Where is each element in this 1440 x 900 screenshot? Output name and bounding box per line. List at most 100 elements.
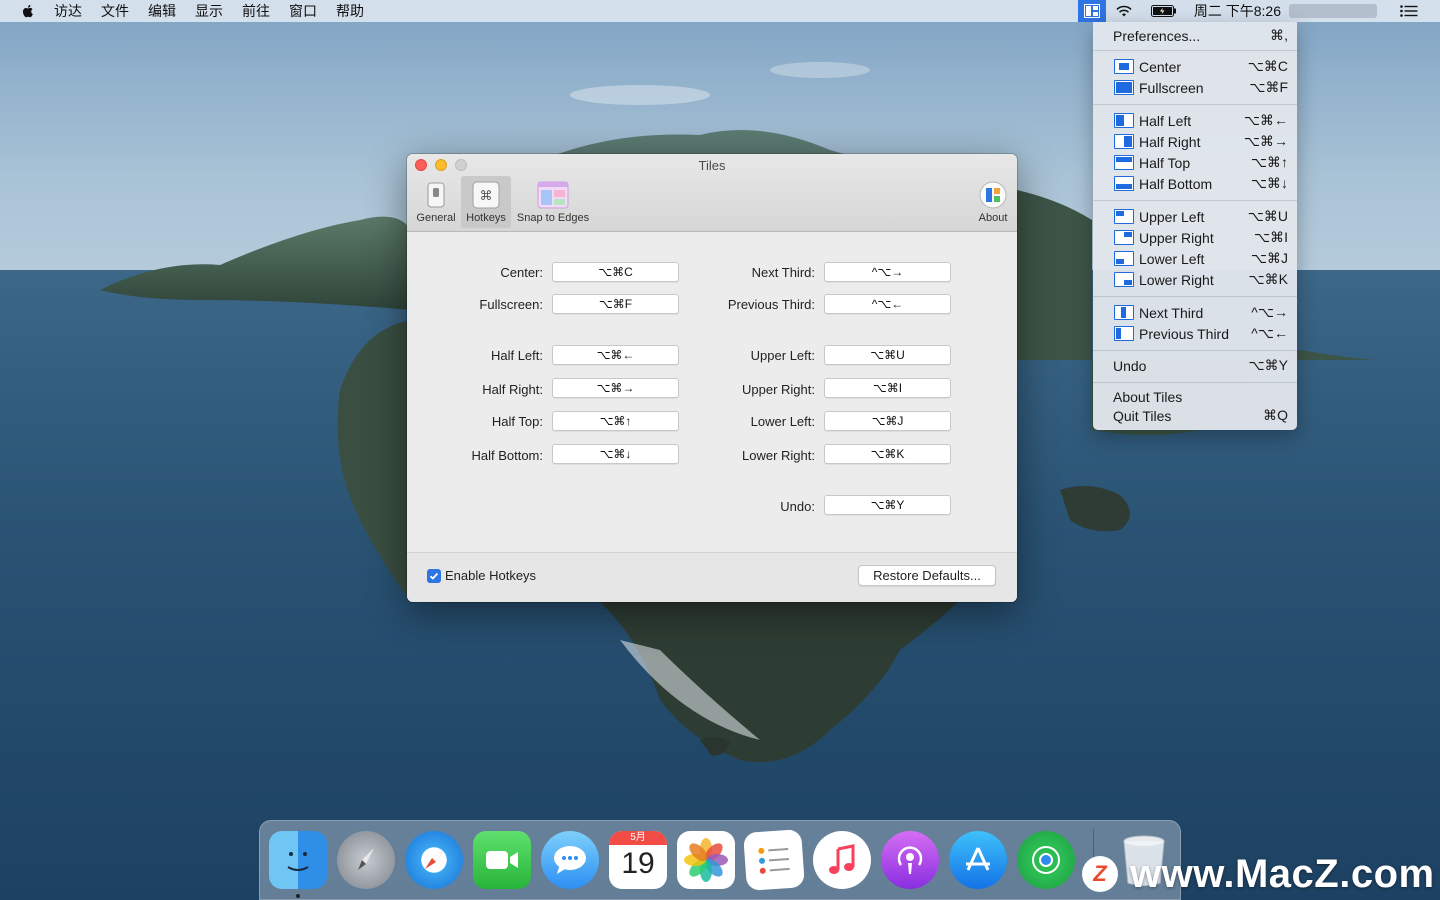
enable-hotkeys-label[interactable]: Enable Hotkeys — [445, 568, 536, 583]
calendar-month: 5月 — [609, 831, 667, 845]
next-third-hotkey-field[interactable]: ^⌥→ — [824, 262, 951, 282]
menu-item-previous-third[interactable]: Previous Third ^⌥← — [1093, 323, 1297, 344]
menu-help[interactable]: 帮助 — [336, 0, 364, 22]
undo-hotkey-field[interactable]: ⌥⌘Y — [824, 495, 951, 515]
battery-icon[interactable] — [1150, 5, 1177, 17]
menu-item-shortcut: ⌥⌘C — [1247, 58, 1288, 74]
restore-defaults-button[interactable]: Restore Defaults... — [858, 565, 996, 586]
menu-item-lower-right[interactable]: Lower Right ⌥⌘K — [1093, 269, 1297, 290]
finder-icon[interactable] — [269, 831, 327, 889]
apple-icon[interactable] — [20, 3, 36, 19]
wifi-icon[interactable] — [1115, 4, 1133, 18]
notification-center-icon[interactable] — [1400, 5, 1418, 17]
menu-item-shortcut: ^⌥→ — [1251, 304, 1288, 320]
half-right-hotkey-field[interactable]: ⌥⌘→ — [552, 378, 679, 398]
calendar-icon[interactable]: 5月 19 — [609, 831, 667, 889]
previous-third-hotkey-field[interactable]: ^⌥← — [824, 294, 951, 314]
half-right-layout-icon — [1114, 134, 1134, 149]
menu-item-shortcut: ⌥⌘K — [1248, 271, 1288, 287]
menu-view[interactable]: 显示 — [195, 0, 223, 22]
menu-item-half-right[interactable]: Half Right ⌥⌘→ — [1093, 131, 1297, 152]
menu-item-half-top[interactable]: Half Top ⌥⌘↑ — [1093, 152, 1297, 173]
menu-item-half-bottom[interactable]: Half Bottom ⌥⌘↓ — [1093, 173, 1297, 194]
half-top-layout-icon — [1114, 155, 1134, 170]
previous-third-label: Previous Third: — [727, 297, 815, 312]
next-third-label: Next Third: — [751, 265, 815, 280]
menu-item-label: Half Bottom — [1139, 175, 1213, 192]
tab-general[interactable]: General — [411, 176, 461, 228]
watermark-text: www.MacZ.com — [1130, 852, 1435, 896]
menu-item-preferences[interactable]: Preferences... ⌘, — [1093, 25, 1297, 46]
podcasts-icon[interactable] — [881, 831, 939, 889]
menu-item-shortcut: ⌥⌘J — [1250, 250, 1288, 266]
photos-icon[interactable] — [677, 831, 735, 889]
tab-label: Hotkeys — [466, 212, 506, 224]
lower-right-label: Lower Right: — [742, 448, 815, 463]
menu-item-shortcut: ⌘Q — [1263, 407, 1288, 423]
lower-left-hotkey-field[interactable]: ⌥⌘J — [824, 411, 951, 431]
tiles-dropdown-menu: Preferences... ⌘, Center ⌥⌘C Fullscreen … — [1093, 22, 1297, 430]
upper-right-layout-icon — [1114, 230, 1134, 245]
lower-right-layout-icon — [1114, 272, 1134, 287]
menu-item-quit-tiles[interactable]: Quit Tiles ⌘Q — [1093, 405, 1297, 426]
menu-item-label: Center — [1139, 58, 1182, 75]
half-left-layout-icon — [1114, 113, 1134, 128]
tiles-status-icon[interactable] — [1077, 0, 1106, 22]
safari-icon[interactable] — [405, 831, 463, 889]
menu-item-label: Preferences... — [1113, 27, 1201, 44]
tab-hotkeys[interactable]: ⌘ Hotkeys — [461, 176, 511, 228]
upper-left-hotkey-field[interactable]: ⌥⌘U — [824, 345, 951, 365]
tab-label: About — [978, 212, 1008, 224]
enable-hotkeys-checkbox[interactable] — [427, 569, 441, 583]
half-left-hotkey-field[interactable]: ⌥⌘← — [552, 345, 679, 365]
user-name-redacted[interactable] — [1289, 4, 1377, 18]
find-my-icon[interactable] — [1017, 831, 1075, 889]
fullscreen-hotkey-field[interactable]: ⌥⌘F — [552, 294, 679, 314]
launchpad-icon[interactable] — [337, 831, 395, 889]
tab-about[interactable]: About — [971, 176, 1015, 228]
menu-item-about-tiles[interactable]: About Tiles — [1093, 386, 1297, 407]
menu-item-half-left[interactable]: Half Left ⌥⌘← — [1093, 110, 1297, 131]
menu-window[interactable]: 窗口 — [289, 0, 317, 22]
menu-edit[interactable]: 编辑 — [148, 0, 176, 22]
menu-item-lower-left[interactable]: Lower Left ⌥⌘J — [1093, 248, 1297, 269]
hotkeys-panel: Center: ⌥⌘C Fullscreen: ⌥⌘F Half Left: ⌥… — [407, 232, 1017, 552]
menu-item-label: Fullscreen — [1139, 79, 1204, 96]
menu-item-shortcut: ⌥⌘U — [1247, 208, 1288, 224]
lower-right-hotkey-field[interactable]: ⌥⌘K — [824, 444, 951, 464]
menu-go[interactable]: 前往 — [242, 0, 270, 22]
menu-item-next-third[interactable]: Next Third ^⌥→ — [1093, 302, 1297, 323]
menu-item-undo[interactable]: Undo ⌥⌘Y — [1093, 355, 1297, 376]
menu-item-center[interactable]: Center ⌥⌘C — [1093, 56, 1297, 77]
menu-item-upper-right[interactable]: Upper Right ⌥⌘I — [1093, 227, 1297, 248]
music-icon[interactable] — [813, 831, 871, 889]
messages-icon[interactable] — [541, 831, 599, 889]
menu-finder[interactable]: 访达 — [54, 0, 82, 22]
menubar-clock[interactable]: 周二 下午8:26 — [1194, 1, 1281, 21]
fullscreen-layout-icon — [1114, 80, 1134, 95]
menu-item-shortcut: ⌥⌘↑ — [1250, 154, 1288, 170]
app-store-icon[interactable] — [949, 831, 1007, 889]
half-bottom-label: Half Bottom: — [471, 448, 543, 463]
center-label: Center: — [500, 265, 543, 280]
center-hotkey-field[interactable]: ⌥⌘C — [552, 262, 679, 282]
half-bottom-hotkey-field[interactable]: ⌥⌘↓ — [552, 444, 679, 464]
upper-right-hotkey-field[interactable]: ⌥⌘I — [824, 378, 951, 398]
half-right-label: Half Right: — [482, 382, 543, 397]
menu-item-shortcut: ⌥⌘↓ — [1250, 175, 1288, 191]
tab-label: Snap to Edges — [516, 212, 590, 224]
tab-snap-to-edges[interactable]: Snap to Edges — [511, 176, 595, 228]
half-top-hotkey-field[interactable]: ⌥⌘↑ — [552, 411, 679, 431]
command-key-icon: ⌘ — [471, 180, 501, 213]
menu-item-label: Next Third — [1139, 304, 1204, 321]
menu-item-fullscreen[interactable]: Fullscreen ⌥⌘F — [1093, 77, 1297, 98]
menu-item-upper-left[interactable]: Upper Left ⌥⌘U — [1093, 206, 1297, 227]
window-title: Tiles — [698, 158, 726, 173]
menu-item-label: Half Left — [1139, 112, 1192, 129]
facetime-icon[interactable] — [473, 831, 531, 889]
lower-left-label: Lower Left: — [750, 414, 815, 429]
menu-file[interactable]: 文件 — [101, 0, 129, 22]
menu-item-label: About Tiles — [1113, 388, 1183, 405]
reminders-icon[interactable] — [743, 829, 805, 891]
svg-text:⌘: ⌘ — [480, 189, 493, 204]
